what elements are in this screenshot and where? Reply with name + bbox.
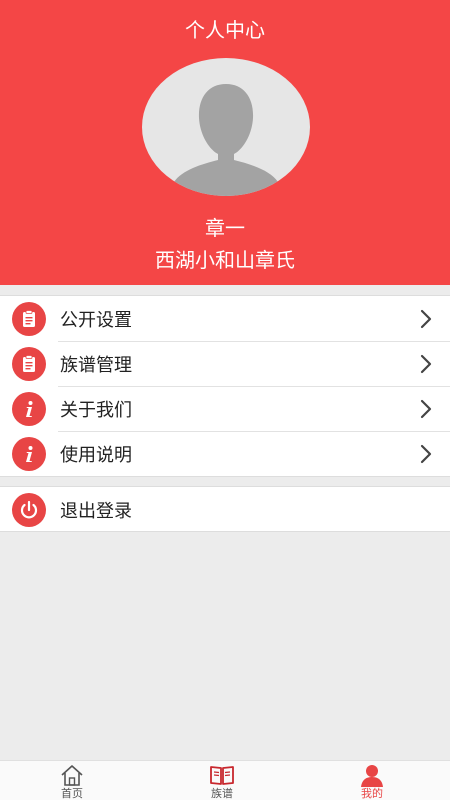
tab-label: 我的 [361, 787, 383, 800]
home-icon [59, 763, 85, 787]
info-icon [12, 391, 46, 426]
user-name: 章一 [205, 216, 245, 240]
profile-header: 个人中心 章一 西湖小和山章氏 [0, 0, 450, 285]
document-icon [12, 301, 46, 336]
chevron-right-icon [414, 352, 438, 376]
chevron-right-icon [414, 397, 438, 421]
power-icon [12, 492, 46, 527]
menu-label: 公开设置 [60, 309, 132, 331]
menu-label: 族谱管理 [60, 354, 132, 376]
tab-label: 族谱 [211, 787, 233, 800]
logout-menu: 退出登录 [0, 486, 450, 532]
default-avatar-icon [170, 84, 282, 196]
menu-item-instructions[interactable]: 使用说明 [0, 431, 450, 476]
logout-label: 退出登录 [60, 500, 132, 522]
menu-item-public-settings[interactable]: 公开设置 [0, 296, 450, 341]
user-icon [359, 763, 385, 787]
info-icon [12, 436, 46, 471]
avatar[interactable] [142, 58, 310, 196]
book-icon [209, 763, 235, 787]
tab-mine[interactable]: 我的 [332, 761, 412, 800]
menu-label: 关于我们 [60, 399, 132, 421]
logout-button[interactable]: 退出登录 [0, 487, 450, 532]
document-icon [12, 346, 46, 381]
chevron-right-icon [414, 307, 438, 331]
settings-menu: 公开设置 族谱管理 关于我们 使用说明 [0, 295, 450, 477]
page-title: 个人中心 [185, 18, 265, 42]
tab-label: 首页 [61, 787, 83, 800]
clan-name: 西湖小和山章氏 [155, 248, 295, 272]
menu-label: 使用说明 [60, 444, 132, 466]
menu-item-genealogy-management[interactable]: 族谱管理 [0, 341, 450, 386]
tab-home[interactable]: 首页 [32, 761, 112, 800]
bottom-tab-bar: 首页 族谱 我的 [0, 760, 450, 800]
tab-genealogy[interactable]: 族谱 [182, 761, 262, 800]
menu-item-about-us[interactable]: 关于我们 [0, 386, 450, 431]
chevron-right-icon [414, 442, 438, 466]
